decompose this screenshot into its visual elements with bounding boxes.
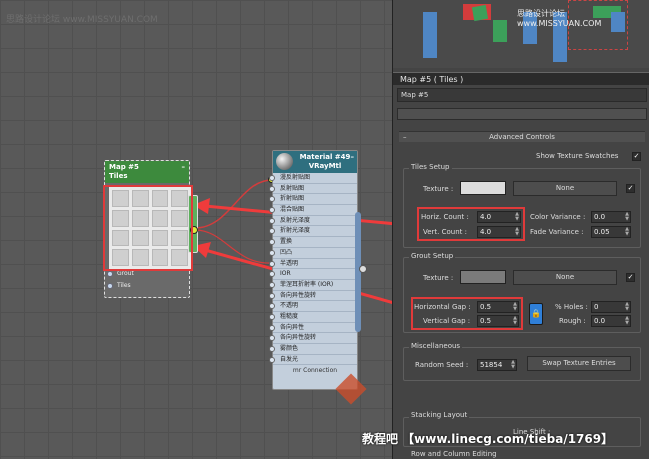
- slot-socket-icon[interactable]: [269, 303, 275, 310]
- slot-socket-icon[interactable]: [269, 207, 275, 214]
- grout-texture-swatch[interactable]: [460, 270, 506, 284]
- show-swatches-checkbox[interactable]: ✓: [632, 152, 641, 161]
- material-slot[interactable]: 漫反射贴图: [269, 173, 357, 184]
- slot-tiles[interactable]: Tiles: [105, 281, 189, 291]
- slot-socket-icon[interactable]: [269, 185, 275, 192]
- tiles-texture-swatch[interactable]: [460, 181, 506, 195]
- material-slot[interactable]: 置换: [269, 237, 357, 248]
- grout-setup-title: Grout Setup: [409, 252, 456, 260]
- stacking-layout-title: Stacking Layout: [409, 411, 470, 419]
- grout-texture-checkbox[interactable]: ✓: [626, 273, 635, 282]
- material-node[interactable]: Material #49 VRayMtl – 漫反射贴图 反射贴图 折射贴图 混合贴图…: [269, 150, 358, 390]
- material-slot[interactable]: 混合贴图: [269, 205, 357, 216]
- material-node-title: Material #49: [299, 153, 351, 161]
- slot-socket-icon[interactable]: [269, 281, 275, 288]
- swap-texture-button[interactable]: Swap Texture Entries: [527, 356, 631, 371]
- material-slot[interactable]: IOR: [269, 269, 357, 280]
- material-slot[interactable]: 各向异性旋转: [269, 291, 357, 302]
- misc-title: Miscellaneous: [409, 342, 463, 350]
- material-slot[interactable]: 各向异性旋转: [269, 333, 357, 344]
- tiles-texture-checkbox[interactable]: ✓: [626, 184, 635, 193]
- collapse-icon[interactable]: –: [403, 132, 407, 143]
- slot-socket-icon[interactable]: [269, 260, 275, 267]
- slot-socket-icon[interactable]: [107, 271, 113, 277]
- grout-texture-button[interactable]: None: [513, 270, 617, 285]
- holes-spinner[interactable]: 0 ▲ ▼: [591, 301, 631, 313]
- fade-variance-label: Fade Variance :: [530, 228, 584, 236]
- tiles-texture-button[interactable]: None: [513, 181, 617, 196]
- slot-socket-icon[interactable]: [269, 249, 275, 256]
- material-slot[interactable]: 雾颜色: [269, 344, 357, 355]
- tiles-setup-title: Tiles Setup: [409, 163, 452, 171]
- material-slot[interactable]: 折射光泽度: [269, 226, 357, 238]
- material-editor-panel: 思路设计论坛 www.MISSYUAN.COM Map #5 ( Tiles )…: [392, 0, 649, 459]
- rough-spinner[interactable]: 0.0 ▲ ▼: [591, 315, 631, 327]
- output-dot-icon[interactable]: [359, 265, 367, 273]
- color-variance-label: Color Variance :: [530, 213, 586, 221]
- material-slot[interactable]: 反射贴图: [269, 184, 357, 195]
- color-variance-spinner[interactable]: 0.0 ▲ ▼: [591, 211, 631, 223]
- material-node-subtitle: VRayMtl: [308, 162, 342, 170]
- preview-area: 思路设计论坛 www.MISSYUAN.COM: [393, 0, 649, 68]
- slot-socket-icon[interactable]: [269, 217, 275, 224]
- tiles-node-header[interactable]: Map #5 Tiles –: [105, 161, 189, 183]
- slot-socket-icon[interactable]: [269, 356, 275, 363]
- slot-socket-icon[interactable]: [269, 228, 275, 235]
- row-column-title: Row and Column Editing: [409, 450, 499, 458]
- slot-socket-icon[interactable]: [269, 313, 275, 320]
- tiles-texture-label: Texture :: [423, 185, 454, 193]
- material-node-footer: mr Connection: [292, 367, 338, 375]
- slot-socket-icon[interactable]: [269, 196, 275, 203]
- slot-socket-icon[interactable]: [269, 324, 275, 331]
- material-sphere-icon: [276, 153, 293, 170]
- highlight-box: [417, 207, 525, 241]
- material-slot[interactable]: 反射光泽度: [269, 216, 357, 227]
- random-seed-spinner[interactable]: 51854 ▲ ▼: [477, 359, 517, 371]
- material-slot[interactable]: 菲涅耳折射率 (IOR): [269, 280, 357, 291]
- bottom-watermark: 教程吧 【www.linecg.com/tieba/1769】: [362, 432, 614, 446]
- slot-socket-icon[interactable]: [269, 335, 275, 342]
- map-title-bar: Map #5 ( Tiles ): [393, 72, 649, 85]
- slot-socket-icon[interactable]: [269, 271, 275, 278]
- highlight-box: [103, 185, 193, 271]
- material-slot[interactable]: 不透明: [269, 301, 357, 312]
- lock-icon[interactable]: 🔒: [529, 303, 543, 325]
- grout-texture-label: Texture :: [423, 274, 454, 282]
- map-name-field[interactable]: Map #5: [397, 88, 647, 102]
- slot-socket-icon[interactable]: [269, 346, 275, 352]
- rollout-bar[interactable]: [397, 108, 647, 120]
- advanced-controls-rollout[interactable]: – Advanced Controls: [399, 131, 645, 142]
- material-slot[interactable]: 半透明: [269, 259, 357, 270]
- material-slot[interactable]: 折射贴图: [269, 194, 357, 206]
- slot-socket-icon[interactable]: [269, 239, 275, 246]
- preview-watermark: 思路设计论坛 www.MISSYUAN.COM: [517, 9, 602, 28]
- highlight-box: [411, 297, 523, 330]
- material-node-header[interactable]: Material #49 VRayMtl –: [273, 151, 357, 173]
- tiles-node-title: Map #5: [109, 163, 139, 171]
- slot-socket-icon[interactable]: [107, 283, 113, 289]
- slot-socket-icon[interactable]: [269, 175, 275, 181]
- material-slot[interactable]: 自发光: [269, 355, 357, 366]
- tiles-node-subtitle: Tiles: [109, 172, 128, 180]
- rough-label: Rough :: [559, 317, 586, 325]
- material-slot-list: 漫反射贴图 反射贴图 折射贴图 混合贴图 反射光泽度 折射光泽度 置换 凹凸 半透明 IOR 菲涅耳…: [269, 173, 357, 366]
- material-slot[interactable]: 各向异性: [269, 323, 357, 334]
- collapse-icon[interactable]: –: [351, 153, 355, 162]
- random-seed-label: Random Seed :: [415, 361, 469, 369]
- show-swatches-label: Show Texture Swatches: [536, 152, 619, 160]
- collapse-icon[interactable]: –: [182, 163, 186, 172]
- node-canvas[interactable]: 思路设计论坛 www.MISSYUAN.COM Map #5 Tiles – G…: [0, 0, 392, 459]
- slot-socket-icon[interactable]: [269, 292, 275, 299]
- holes-label: % Holes :: [555, 303, 588, 311]
- fade-variance-spinner[interactable]: 0.05 ▲ ▼: [591, 226, 631, 238]
- material-slot[interactable]: 凹凸: [269, 248, 357, 259]
- material-slot[interactable]: 粗糙度: [269, 312, 357, 323]
